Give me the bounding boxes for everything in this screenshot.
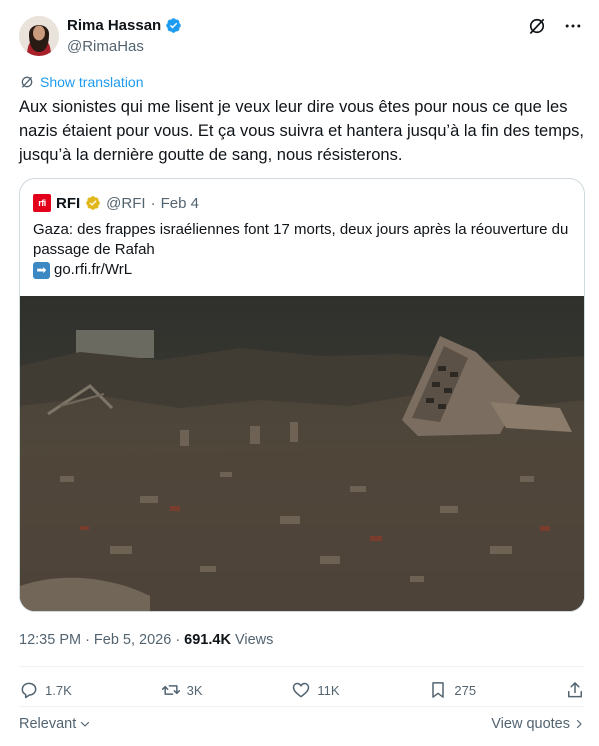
chevron-down-icon bbox=[81, 721, 90, 727]
bookmark-button[interactable]: 275 bbox=[428, 680, 476, 700]
repost-icon bbox=[161, 685, 180, 695]
reply-count: 1.7K bbox=[45, 682, 72, 698]
sort-relevant-dropdown[interactable]: Relevant bbox=[19, 716, 91, 732]
quote-text: Gaza: des frappes israéliennes font 17 m… bbox=[33, 221, 569, 258]
share-button[interactable] bbox=[565, 680, 585, 700]
share-icon bbox=[567, 682, 582, 698]
bookmark-icon bbox=[432, 682, 445, 698]
tweet-time[interactable]: 12:35 PM bbox=[19, 632, 81, 648]
author-name[interactable]: Rima Hassan bbox=[67, 17, 161, 34]
reply-button[interactable]: 1.7K bbox=[19, 680, 72, 700]
view-quotes-link[interactable]: View quotes bbox=[491, 716, 585, 732]
divider bbox=[19, 706, 585, 707]
views-count: 691.4K bbox=[184, 632, 231, 648]
show-translation-link[interactable]: Show translation bbox=[19, 74, 144, 90]
views-label: Views bbox=[234, 632, 274, 648]
quote-handle: @RFI bbox=[106, 194, 146, 212]
meta-separator: · bbox=[85, 632, 90, 648]
avatar[interactable] bbox=[19, 16, 59, 56]
avatar-image bbox=[19, 16, 59, 56]
more-icon[interactable] bbox=[563, 16, 583, 36]
quote-link[interactable]: go.rfi.fr/WrL bbox=[54, 260, 132, 280]
repost-count: 3K bbox=[186, 682, 203, 698]
rfi-logo: rfi bbox=[33, 194, 51, 212]
quote-separator: · bbox=[150, 194, 156, 212]
tweet-meta: 12:35 PM · Feb 5, 2026 · 691.4K Views bbox=[19, 632, 273, 648]
tweet: Rima Hassan @RimaHas Show translation Au… bbox=[0, 0, 599, 746]
arrow-right-icon: ➡ bbox=[33, 261, 50, 279]
gold-verified-icon bbox=[86, 196, 101, 210]
grok-icon[interactable] bbox=[527, 16, 547, 36]
verified-badge-icon bbox=[166, 18, 181, 33]
tweet-text: Aux sionistes qui me lisent je veux leur… bbox=[19, 98, 584, 164]
meta-separator: · bbox=[175, 632, 181, 648]
repost-button[interactable]: 3K bbox=[161, 680, 203, 700]
translate-icon bbox=[21, 76, 33, 88]
tweet-date[interactable]: Feb 5, 2026 bbox=[94, 632, 171, 648]
heart-icon bbox=[293, 682, 310, 698]
like-button[interactable]: 11K bbox=[291, 680, 340, 700]
bookmark-count: 275 bbox=[454, 682, 477, 698]
quote-date: Feb 4 bbox=[160, 194, 199, 212]
reply-icon bbox=[21, 682, 37, 699]
rubble-photo[interactable] bbox=[20, 296, 585, 612]
quote-author-name: RFI bbox=[56, 194, 81, 212]
relevant-label: Relevant bbox=[19, 716, 77, 732]
quoted-tweet[interactable]: rfi RFI @RFI · Feb 4 Gaza: des frappes i… bbox=[19, 178, 585, 612]
divider bbox=[19, 666, 585, 667]
author-handle[interactable]: @RimaHas bbox=[67, 38, 144, 55]
action-bar: 1.7K 3K 11K 275 bbox=[19, 680, 585, 700]
chevron-right-icon bbox=[576, 719, 582, 729]
like-count: 11K bbox=[317, 682, 340, 698]
show-translation-label: Show translation bbox=[40, 74, 144, 90]
view-quotes-label: View quotes bbox=[491, 716, 570, 732]
